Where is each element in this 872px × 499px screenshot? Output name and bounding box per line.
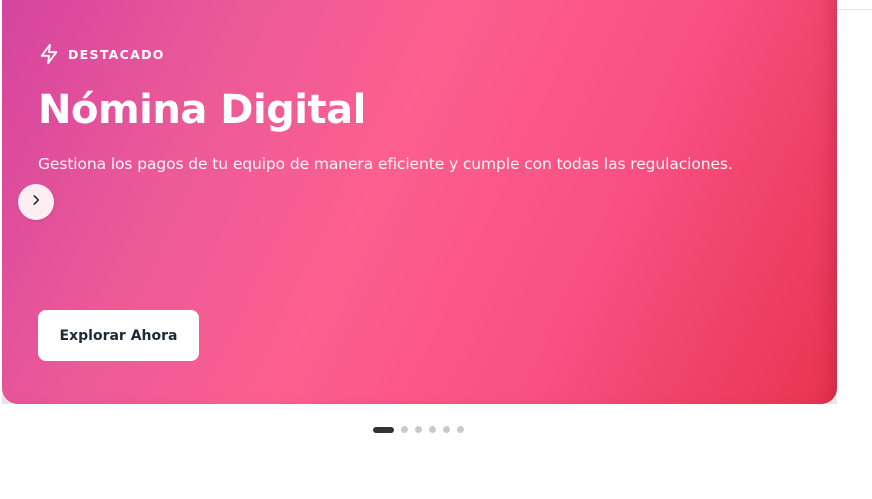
carousel-pagination <box>373 426 464 433</box>
explore-now-button[interactable]: Explorar Ahora <box>38 310 199 361</box>
carousel-dot-4[interactable] <box>429 426 436 433</box>
lightning-icon <box>38 43 60 65</box>
carousel-dot-1[interactable] <box>373 426 394 433</box>
carousel-next-button[interactable] <box>18 184 54 220</box>
carousel-dot-2[interactable] <box>401 426 408 433</box>
carousel-dot-6[interactable] <box>457 426 464 433</box>
slide-subtitle: Gestiona los pagos de tu equipo de maner… <box>38 155 733 173</box>
featured-badge-label: DESTACADO <box>68 46 165 62</box>
featured-badge: DESTACADO <box>38 43 165 65</box>
chevron-right-icon <box>29 193 43 212</box>
carousel-dot-5[interactable] <box>443 426 450 433</box>
hero-carousel: DESTACADO Nómina Digital Gestiona los pa… <box>2 0 837 404</box>
carousel-dot-3[interactable] <box>415 426 422 433</box>
slide-title: Nómina Digital <box>38 87 366 133</box>
header-divider <box>836 9 872 10</box>
hero-slide: DESTACADO Nómina Digital Gestiona los pa… <box>2 0 837 404</box>
